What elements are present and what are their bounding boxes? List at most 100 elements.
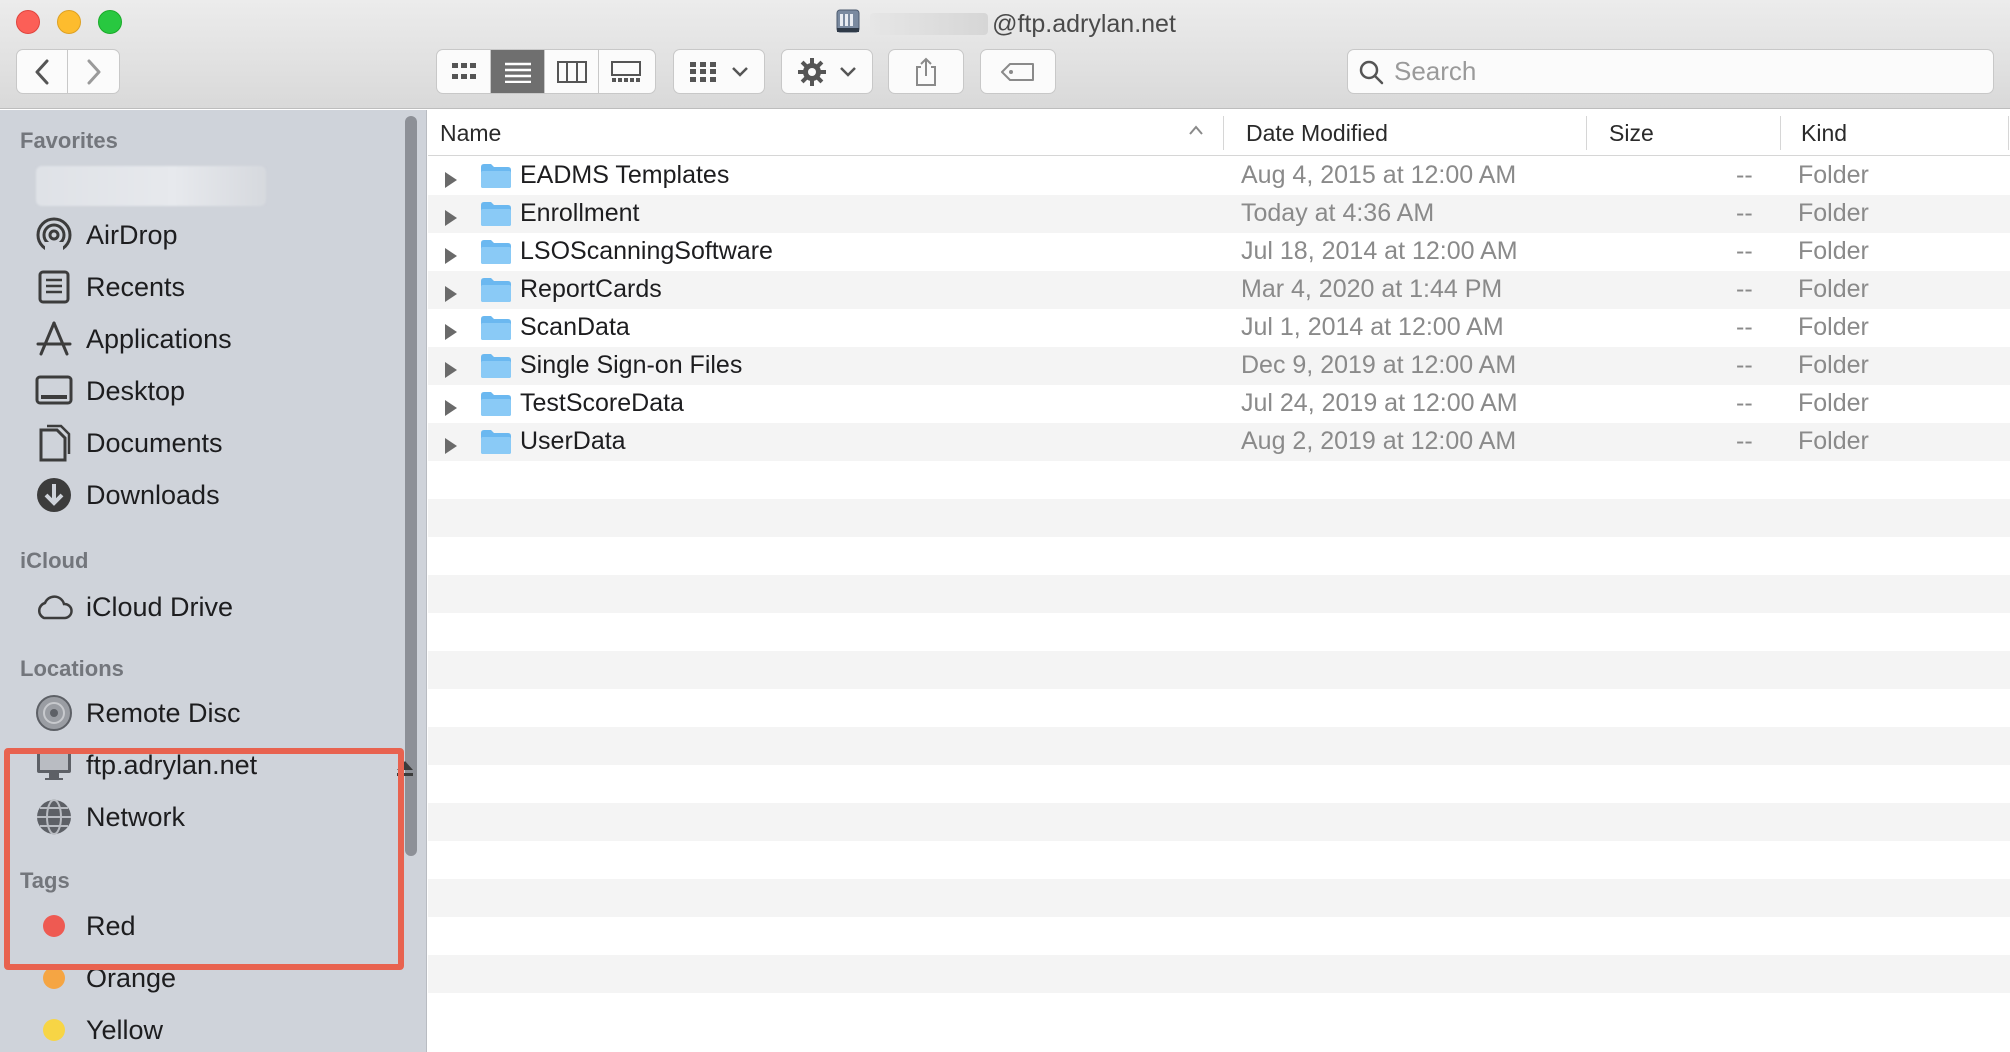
empty-row [428, 993, 2010, 1031]
list-view-button[interactable] [491, 50, 545, 93]
list-icon [504, 62, 531, 83]
file-kind: Folder [1798, 275, 1869, 303]
table-row[interactable]: Single Sign-on Files Dec 9, 2019 at 12:0… [428, 347, 2010, 385]
disclosure-triangle-icon[interactable] [444, 243, 458, 272]
disclosure-triangle-icon[interactable] [444, 205, 458, 234]
file-size: -- [1736, 199, 1753, 227]
folder-icon [480, 353, 512, 386]
sidebar-item-remote-disc[interactable]: Remote Disc [34, 690, 394, 736]
table-row[interactable]: ReportCards Mar 4, 2020 at 1:44 PM -- Fo… [428, 271, 2010, 309]
sidebar-item-applications[interactable]: Applications [34, 316, 394, 362]
disclosure-triangle-icon[interactable] [444, 395, 458, 424]
chevron-down-icon [732, 66, 748, 77]
column-divider[interactable] [1780, 116, 1781, 150]
view-mode-control [436, 49, 656, 94]
disclosure-triangle-icon[interactable] [444, 167, 458, 196]
search-input[interactable] [1394, 56, 1954, 87]
empty-row [428, 613, 2010, 651]
favorites-header: Favorites [20, 128, 118, 153]
sidebar-item-label: iCloud Drive [86, 591, 234, 622]
action-menu-button[interactable] [781, 49, 873, 94]
table-row[interactable]: UserData Aug 2, 2019 at 12:00 AM -- Fold… [428, 423, 2010, 461]
redacted-user-folder[interactable] [36, 166, 266, 206]
sidebar-scrollbar[interactable] [405, 116, 417, 856]
table-row[interactable]: EADMS Templates Aug 4, 2015 at 12:00 AM … [428, 157, 2010, 195]
documents-icon [34, 423, 74, 463]
share-button[interactable] [888, 49, 964, 94]
back-button[interactable] [17, 50, 69, 93]
sidebar-item-documents[interactable]: Documents [34, 420, 394, 466]
sidebar-item-label: AirDrop [86, 219, 178, 250]
disclosure-triangle-icon[interactable] [444, 357, 458, 386]
search-icon [1359, 60, 1384, 84]
search-field[interactable] [1347, 49, 1994, 94]
column-header-kind[interactable]: Kind [1801, 110, 1847, 156]
chevron-right-icon [87, 59, 100, 84]
table-row[interactable]: TestScoreData Jul 24, 2019 at 12:00 AM -… [428, 385, 2010, 423]
file-name: ReportCards [520, 275, 662, 303]
sidebar-item-airdrop[interactable]: AirDrop [34, 212, 394, 258]
window-title-text: @ftp.adrylan.net [992, 10, 1176, 38]
column-divider[interactable] [1223, 116, 1224, 150]
downloads-icon [34, 475, 74, 515]
empty-row [428, 689, 2010, 727]
finder-window: @ftp.adrylan.net Search Favorites AirDro… [0, 0, 2010, 1052]
file-kind: Folder [1798, 427, 1869, 455]
gallery-icon [611, 60, 641, 82]
empty-row [428, 955, 2010, 993]
column-header-name[interactable]: Name [440, 110, 501, 156]
sidebar-item-desktop[interactable]: Desktop [34, 368, 394, 414]
edit-tags-button[interactable] [980, 49, 1056, 94]
file-name: ScanData [520, 313, 630, 341]
column-header-size[interactable]: Size [1609, 110, 1654, 156]
airdrop-icon [34, 215, 74, 255]
disclosure-triangle-icon[interactable] [444, 281, 458, 310]
empty-row [428, 575, 2010, 613]
empty-row [428, 841, 2010, 879]
folder-icon [480, 429, 512, 462]
empty-row [428, 461, 2010, 499]
sidebar-item-icloud-drive[interactable]: iCloud Drive [34, 584, 394, 630]
server-icon [834, 8, 862, 36]
sidebar-item-label: Recents [86, 271, 186, 302]
sort-ascending-icon [1188, 123, 1204, 141]
grid-icon [451, 62, 476, 79]
file-date-modified: Jul 1, 2014 at 12:00 AM [1241, 313, 1504, 341]
empty-row [428, 803, 2010, 841]
folder-icon [480, 201, 512, 234]
group-by-button[interactable] [673, 49, 765, 94]
icloud-header: iCloud [20, 548, 89, 573]
forward-button[interactable] [68, 50, 119, 93]
cloud-icon [34, 587, 74, 627]
column-header-date-modified[interactable]: Date Modified [1246, 110, 1388, 156]
file-kind: Folder [1798, 313, 1869, 341]
gear-icon [798, 57, 826, 86]
sidebar-item-label: Remote Disc [86, 697, 241, 728]
disc-icon [34, 693, 74, 733]
table-row[interactable]: ScanData Jul 1, 2014 at 12:00 AM -- Fold… [428, 309, 2010, 347]
gallery-view-button[interactable] [599, 50, 653, 93]
file-kind: Folder [1798, 161, 1869, 189]
table-row[interactable]: Enrollment Today at 4:36 AM -- Folder [428, 195, 2010, 233]
folder-icon [480, 277, 512, 310]
tag-icon [1001, 62, 1034, 81]
sidebar-item-recents[interactable]: Recents [34, 264, 394, 310]
file-kind: Folder [1798, 237, 1869, 265]
columns-icon [556, 60, 587, 83]
sidebar-item-tag-yellow[interactable]: Yellow [34, 1007, 394, 1052]
file-size: -- [1736, 161, 1753, 189]
file-kind: Folder [1798, 199, 1869, 227]
file-size: -- [1736, 237, 1753, 265]
empty-row [428, 499, 2010, 537]
icon-view-button[interactable] [437, 50, 491, 93]
sidebar-item-downloads[interactable]: Downloads [34, 472, 394, 518]
disclosure-triangle-icon[interactable] [444, 319, 458, 348]
file-name: LSOScanningSoftware [520, 237, 773, 265]
empty-row [428, 727, 2010, 765]
table-row[interactable]: LSOScanningSoftware Jul 18, 2014 at 12:0… [428, 233, 2010, 271]
empty-row [428, 879, 2010, 917]
column-divider[interactable] [1586, 116, 1587, 150]
column-view-button[interactable] [545, 50, 599, 93]
toolbar: @ftp.adrylan.net [0, 0, 2010, 109]
disclosure-triangle-icon[interactable] [444, 433, 458, 462]
